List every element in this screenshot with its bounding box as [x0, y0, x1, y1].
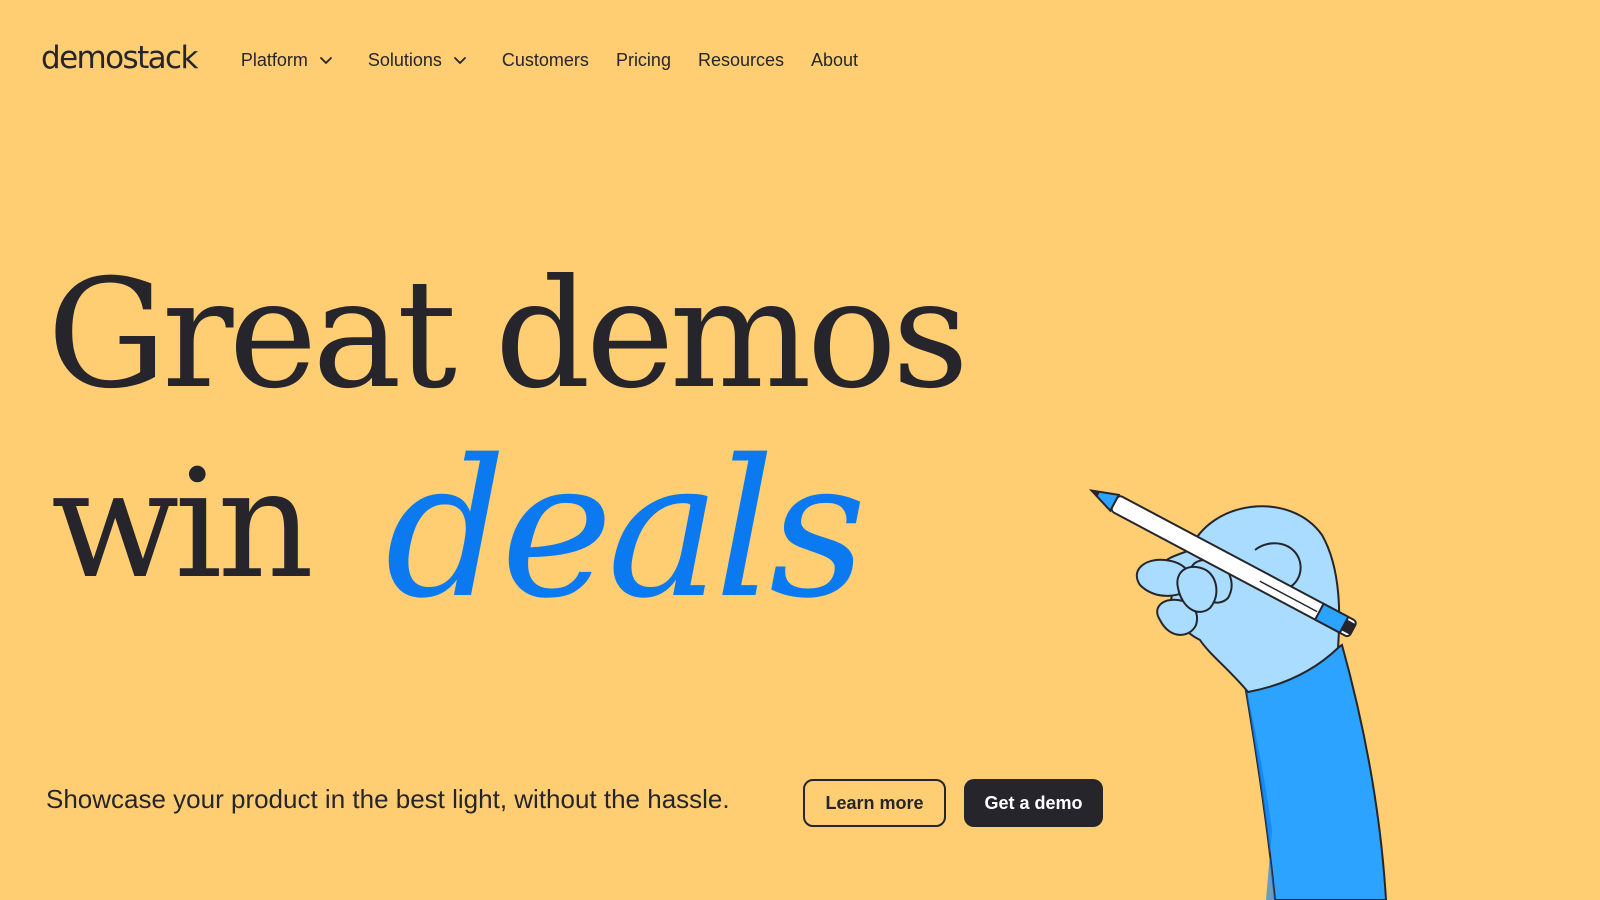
nav-item-customers[interactable]: Customers	[502, 50, 589, 71]
nav-menu: Platform Solutions Customers Pricing Res…	[241, 50, 885, 71]
learn-more-button[interactable]: Learn more	[803, 779, 946, 827]
nav-item-label: Platform	[240, 49, 308, 70]
nav-item-solutions[interactable]: Solutions	[368, 50, 468, 71]
hero-tagline: Showcase your product in the best light,…	[46, 784, 730, 814]
nav-item-label: Customers	[501, 49, 589, 70]
headline-line-1: Great demos	[47, 248, 969, 422]
nav-item-label: Resources	[697, 49, 785, 70]
nav-item-resources[interactable]: Resources	[698, 50, 784, 71]
nav-item-about[interactable]: About	[811, 50, 858, 71]
hand-holding-pen-illustration	[1088, 489, 1388, 900]
nav-item-platform[interactable]: Platform	[241, 50, 334, 71]
script-word-text: deals	[385, 430, 861, 630]
chevron-down-icon	[454, 57, 466, 64]
nav-item-label: Pricing	[615, 49, 671, 70]
nav-item-pricing[interactable]: Pricing	[616, 50, 671, 71]
nav-item-label: Solutions	[367, 49, 442, 70]
headline-line-2-prefix: win	[51, 438, 314, 612]
brand-logo[interactable]: demostack	[41, 42, 198, 74]
hero-headline: Great demos win	[47, 248, 969, 600]
headline-script-word: deals	[385, 430, 867, 630]
nav-item-label: About	[811, 49, 859, 70]
top-navigation: demostack Platform Solutions Customers P…	[41, 36, 885, 84]
chevron-down-icon	[319, 57, 332, 64]
